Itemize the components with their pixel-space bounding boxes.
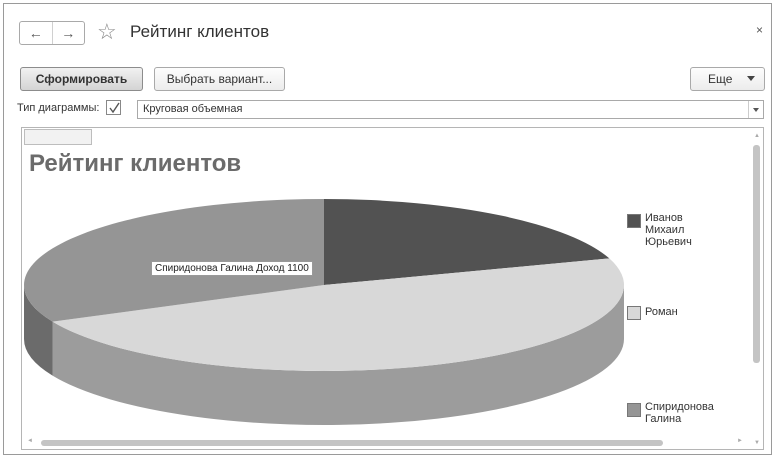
horizontal-scrollbar[interactable]: ◄ ► xyxy=(25,438,745,447)
more-menu-button[interactable]: Еще xyxy=(690,67,765,91)
scroll-up-icon[interactable]: ▲ xyxy=(754,133,760,139)
legend-label: Иванов Михаил Юрьевич xyxy=(645,212,692,248)
scroll-left-icon[interactable]: ◄ xyxy=(27,438,33,444)
legend-label: Спиридонова Галина xyxy=(645,401,714,425)
navigation-buttons: ← → xyxy=(19,21,85,45)
scroll-right-icon[interactable]: ► xyxy=(737,438,743,444)
chart-type-select[interactable]: Круговая объемная xyxy=(137,100,764,119)
legend-item: Роман xyxy=(627,304,678,320)
back-arrow-icon[interactable]: ← xyxy=(20,22,52,44)
dropdown-icon[interactable] xyxy=(748,101,763,118)
legend-item: Спиридонова Галина xyxy=(627,401,719,425)
favorite-star-icon[interactable]: ☆ xyxy=(97,20,117,44)
checkmark-icon xyxy=(109,102,120,114)
select-variant-button[interactable]: Выбрать вариант... xyxy=(154,67,285,91)
pie-callout-label: Спиридонова Галина Доход 1100 xyxy=(151,261,313,276)
scroll-down-icon[interactable]: ▼ xyxy=(754,440,760,446)
generate-button[interactable]: Сформировать xyxy=(20,67,143,91)
legend-swatch xyxy=(627,403,641,417)
legend-item: Иванов Михаил Юрьевич xyxy=(627,212,719,248)
legend-swatch xyxy=(627,214,641,228)
chevron-down-icon xyxy=(747,76,755,81)
legend-swatch xyxy=(627,306,641,320)
chart-type-label: Тип диаграммы: xyxy=(17,102,100,114)
window-title: Рейтинг клиентов xyxy=(130,22,270,41)
close-icon[interactable]: × xyxy=(756,23,763,37)
vertical-scrollbar[interactable]: ▲ ▼ xyxy=(752,131,761,446)
report-window: ← → ☆ Рейтинг клиентов × Сформировать Вы… xyxy=(3,3,772,455)
horizontal-scroll-thumb[interactable] xyxy=(41,440,663,446)
chart-type-checkbox[interactable] xyxy=(106,100,121,115)
pie-chart xyxy=(23,199,625,425)
forward-arrow-icon[interactable]: → xyxy=(51,22,85,44)
more-menu-label: Еще xyxy=(708,72,733,86)
vertical-scroll-thumb[interactable] xyxy=(753,145,760,363)
legend-label: Роман xyxy=(645,306,678,318)
chart-area: Рейтинг клиентов Спиридонова Галина Дохо… xyxy=(21,127,764,450)
chart-type-value: Круговая объемная xyxy=(143,103,243,115)
